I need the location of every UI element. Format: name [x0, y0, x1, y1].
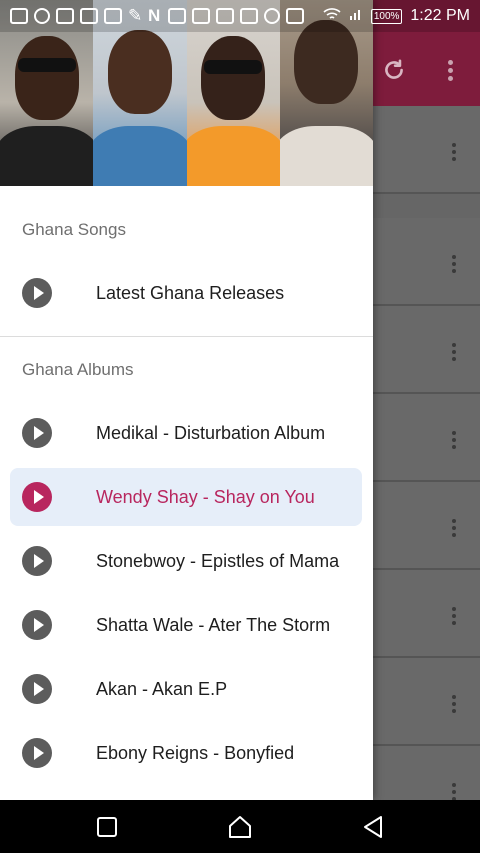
refresh-icon[interactable] — [376, 52, 412, 88]
signal-icon — [349, 7, 363, 26]
recent-apps-icon[interactable] — [92, 812, 122, 842]
youtube-icon — [240, 8, 258, 24]
home-icon[interactable] — [225, 812, 255, 842]
wrench-icon: ✎ — [128, 6, 143, 25]
drawer-item-ebony-reigns[interactable]: Ebony Reigns - Bonyfied — [10, 724, 362, 782]
back-icon[interactable] — [358, 812, 388, 842]
drawer-item-label: Wendy Shay - Shay on You — [96, 486, 315, 507]
section-title-ghana-songs: Ghana Songs — [22, 220, 126, 239]
notification-icons: ✎ N — [10, 6, 304, 25]
navigation-drawer: Ghana Songs Latest Ghana Releases Ghana … — [0, 0, 373, 800]
mail-icon — [80, 8, 98, 24]
play-circle-icon — [22, 418, 52, 448]
facebook-icon — [286, 8, 304, 24]
row-overflow-icon[interactable] — [442, 428, 466, 452]
drawer-item-label: Akan - Akan E.P — [96, 678, 228, 699]
drawer-item-label: Latest Ghana Releases — [96, 282, 285, 303]
row-overflow-icon[interactable] — [442, 692, 466, 716]
drawer-item-label: Ebony Reigns - Bonyfied — [96, 742, 295, 763]
overflow-menu-icon[interactable] — [432, 52, 468, 88]
status-bar: ✎ N 100% 1:22 PM — [0, 0, 480, 32]
section-title-ghana-albums: Ghana Albums — [22, 360, 134, 379]
row-overflow-icon[interactable] — [442, 604, 466, 628]
drawer-item-shatta-wale[interactable]: Shatta Wale - Ater The Storm — [10, 596, 362, 654]
section-divider — [0, 336, 373, 337]
row-overflow-icon[interactable] — [442, 140, 466, 164]
status-time: 1:22 PM — [410, 7, 470, 24]
play-circle-icon — [22, 482, 52, 512]
drawer-item-wendy-shay[interactable]: Wendy Shay - Shay on You — [10, 468, 362, 526]
play-circle-icon — [22, 546, 52, 576]
wifi-icon — [323, 7, 341, 26]
instagram-icon — [264, 8, 280, 24]
phone-icon — [216, 8, 234, 24]
play-circle-icon — [22, 674, 52, 704]
play-circle-icon — [22, 738, 52, 768]
drawer-item-latest-ghana-releases[interactable]: Latest Ghana Releases — [10, 264, 362, 322]
n-icon: N — [148, 6, 161, 25]
row-overflow-icon[interactable] — [442, 516, 466, 540]
drawer-item-medikal[interactable]: Medikal - Disturbation Album — [10, 404, 362, 462]
drawer-item-akan[interactable]: Akan - Akan E.P — [10, 660, 362, 718]
battery-indicator: 100% — [370, 8, 403, 24]
calendar-icon — [192, 8, 210, 24]
play-circle-icon — [22, 278, 52, 308]
swirl-icon — [34, 8, 50, 24]
system-navigation-bar — [0, 800, 480, 853]
shirt-icon — [56, 8, 74, 24]
row-overflow-icon[interactable] — [442, 340, 466, 364]
drawer-item-label: Medikal - Disturbation Album — [96, 422, 326, 443]
message-icon — [104, 8, 122, 24]
row-overflow-icon[interactable] — [442, 252, 466, 276]
plus-box-icon — [10, 8, 28, 24]
play-circle-icon — [22, 610, 52, 640]
drawer-item-label: Stonebwoy - Epistles of Mama — [96, 550, 340, 571]
drawer-item-stonebwoy[interactable]: Stonebwoy - Epistles of Mama — [10, 532, 362, 590]
scan-icon — [168, 8, 186, 24]
drawer-item-label: Shatta Wale - Ater The Storm — [96, 614, 331, 635]
